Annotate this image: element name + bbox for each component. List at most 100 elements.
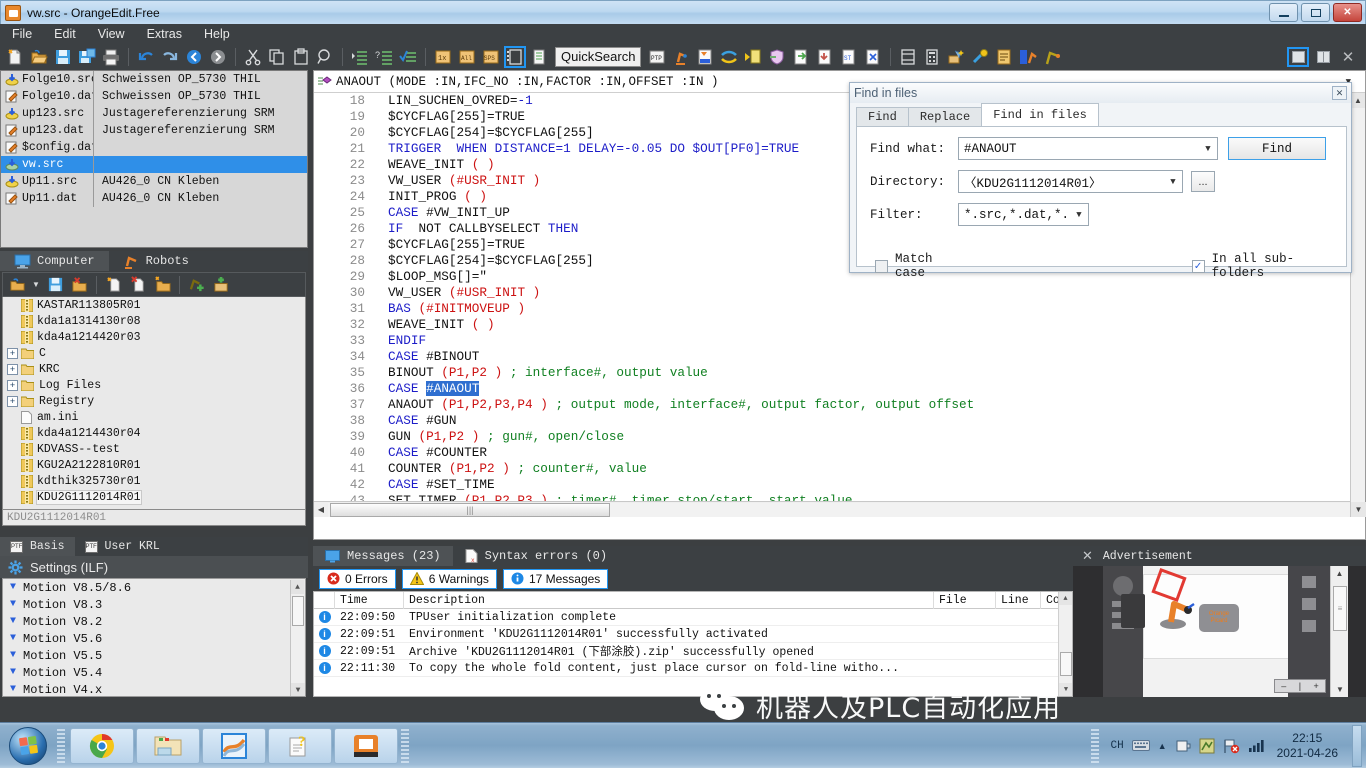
tree-item[interactable]: + Registry [3, 393, 305, 409]
tab-find[interactable]: Find [856, 107, 909, 126]
settings-scrollbar[interactable]: ▲ ▼ [290, 580, 304, 697]
kuka-doc-icon[interactable] [694, 46, 716, 68]
tree-item-selected[interactable]: KDU2G1112014R01 [3, 489, 305, 505]
tree-item[interactable]: kda4a1214430r04 [3, 425, 305, 441]
copy-icon[interactable] [266, 46, 288, 68]
settings-item[interactable]: ▼Motion V5.4 [3, 664, 305, 681]
save-icon[interactable] [44, 274, 66, 296]
print-icon[interactable] [100, 46, 122, 68]
robot-tool-icon[interactable] [1041, 46, 1063, 68]
tab-user-krl[interactable]: PTF User KRL [75, 537, 170, 556]
all-icon[interactable]: All [456, 46, 478, 68]
editor-hscrollbar[interactable]: ◀ ||| ▶ [314, 501, 1365, 517]
file-list-row[interactable]: up123.src Justagereferenzierung SRM [1, 105, 307, 122]
menu-view[interactable]: View [98, 27, 125, 41]
tab-robots[interactable]: Robots [109, 251, 203, 271]
film-icon[interactable] [504, 46, 526, 68]
tree-item[interactable]: + C [3, 345, 305, 361]
shield-icon[interactable] [766, 46, 788, 68]
close-view-button[interactable]: ✕ [1338, 48, 1358, 66]
show-hidden-icons[interactable]: ▲ [1158, 741, 1167, 751]
open-folder-icon[interactable] [28, 46, 50, 68]
kuka-robot-icon[interactable] [1017, 46, 1039, 68]
paste-icon[interactable] [290, 46, 312, 68]
file-list[interactable]: Folge10.src Schweissen OP_5730 THIL Folg… [0, 70, 308, 248]
clock[interactable]: 22:15 2021-04-26 [1273, 731, 1342, 761]
filter-warnings[interactable]: 6 Warnings [402, 569, 497, 589]
tree-item[interactable]: + Log Files [3, 377, 305, 393]
tray-grip[interactable] [1091, 729, 1099, 763]
find-button[interactable]: Find [1228, 137, 1326, 160]
delete-file-icon[interactable] [127, 274, 149, 296]
tree-item[interactable]: KDVASS--test [3, 441, 305, 457]
tree-item[interactable]: KASTAR113805R01 [3, 297, 305, 313]
robot-tree[interactable]: KASTAR113805R01 kda1a1314130r08 kda4a121… [2, 297, 306, 510]
checklist-icon[interactable] [397, 46, 419, 68]
indent-icon[interactable] [349, 46, 371, 68]
menu-help[interactable]: Help [204, 27, 230, 41]
convert-icon[interactable] [718, 46, 740, 68]
find-what-input[interactable]: #ANAOUT ▼ [958, 137, 1218, 160]
save-all-icon[interactable] [76, 46, 98, 68]
message-row[interactable]: i 22:09:51 Environment 'KDU2G1112014R01'… [314, 626, 1072, 643]
notes-icon[interactable] [993, 46, 1015, 68]
scroll-thumb[interactable] [292, 596, 304, 626]
taskbar-orangeedit-app-button[interactable] [334, 728, 398, 764]
sps-icon[interactable]: SPS [480, 46, 502, 68]
print-preview-icon[interactable] [897, 46, 919, 68]
close-button[interactable]: ✕ [1333, 3, 1362, 22]
add-package-icon[interactable] [210, 274, 232, 296]
hscroll-track[interactable]: ||| [328, 503, 1351, 517]
delete-folder-icon[interactable] [68, 274, 90, 296]
message-scrollbar[interactable]: ▲ ▼ [1058, 592, 1072, 696]
editor-vscrollbar[interactable]: ▲ ▼ [1350, 93, 1365, 517]
tab-messages[interactable]: Messages (23) [313, 546, 453, 566]
tree-item[interactable]: KGU2A2122810R01 [3, 457, 305, 473]
scroll-left-icon[interactable]: ◀ [314, 505, 328, 514]
back-icon[interactable] [183, 46, 205, 68]
menu-extras[interactable]: Extras [147, 27, 182, 41]
package-icon[interactable] [945, 46, 967, 68]
taskbar-grip[interactable] [57, 729, 65, 763]
message-grid[interactable]: Time Description File Line Col i 22:09:5… [313, 591, 1073, 697]
1x-icon[interactable]: 1x [432, 46, 454, 68]
import-icon[interactable] [790, 46, 812, 68]
settings-item[interactable]: ▼Motion V8.5/8.6 [3, 579, 305, 596]
tab-computer[interactable]: Computer [0, 251, 109, 271]
restore-button[interactable] [1301, 3, 1330, 22]
show-desktop-button[interactable] [1352, 725, 1362, 767]
quicksearch-input[interactable]: QuickSearch [555, 47, 641, 67]
file-list-row[interactable]: Up11.src AU426_0 CN Kleben [1, 173, 307, 190]
expander-icon[interactable]: + [7, 348, 18, 359]
scroll-down-icon[interactable]: ▼ [291, 683, 305, 697]
file-list-row[interactable]: Folge10.src Schweissen OP_5730 THIL [1, 71, 307, 88]
new-folder-icon[interactable] [151, 274, 173, 296]
hscroll-thumb[interactable]: ||| [330, 503, 610, 517]
scroll-down-icon[interactable]: ▼ [1059, 683, 1073, 696]
taskbar-editor-button[interactable] [202, 728, 266, 764]
settings-item[interactable]: ▼Motion V5.5 [3, 647, 305, 664]
forward-icon[interactable] [207, 46, 229, 68]
scroll-up-icon[interactable]: ▲ [1331, 566, 1348, 581]
expander-icon[interactable]: + [7, 380, 18, 391]
file-list-row[interactable]: Folge10.dat Schweissen OP_5730 THIL [1, 88, 307, 105]
taskbar-explorer-button[interactable] [136, 728, 200, 764]
scroll-down-icon[interactable]: ▼ [1351, 502, 1366, 517]
tab-replace[interactable]: Replace [908, 107, 982, 126]
scroll-thumb[interactable] [1060, 652, 1072, 676]
advertisement-content[interactable]: OrangePicard A1 –|+ ▲ ≡ ▼ [1073, 566, 1366, 697]
settings-item[interactable]: ▼Motion V5.6 [3, 630, 305, 647]
tab-basis[interactable]: PTF Basis [0, 537, 75, 556]
scroll-down-icon[interactable]: ▼ [1331, 682, 1349, 697]
calculator-icon[interactable] [921, 46, 943, 68]
tree-item[interactable]: + KRC [3, 361, 305, 377]
scroll-thumb[interactable]: ≡ [1333, 586, 1347, 631]
redo-icon[interactable] [159, 46, 181, 68]
ptp-icon[interactable]: PTP [646, 46, 668, 68]
open-archive-icon[interactable] [6, 274, 28, 296]
export-icon[interactable]: ST [838, 46, 860, 68]
tree-item[interactable]: kda4a1214420r03 [3, 329, 305, 345]
settings-item[interactable]: ▼Motion V4.x [3, 681, 305, 697]
settings-item[interactable]: ▼Motion V8.3 [3, 596, 305, 613]
tree-item[interactable]: kda1a1314130r08 [3, 313, 305, 329]
